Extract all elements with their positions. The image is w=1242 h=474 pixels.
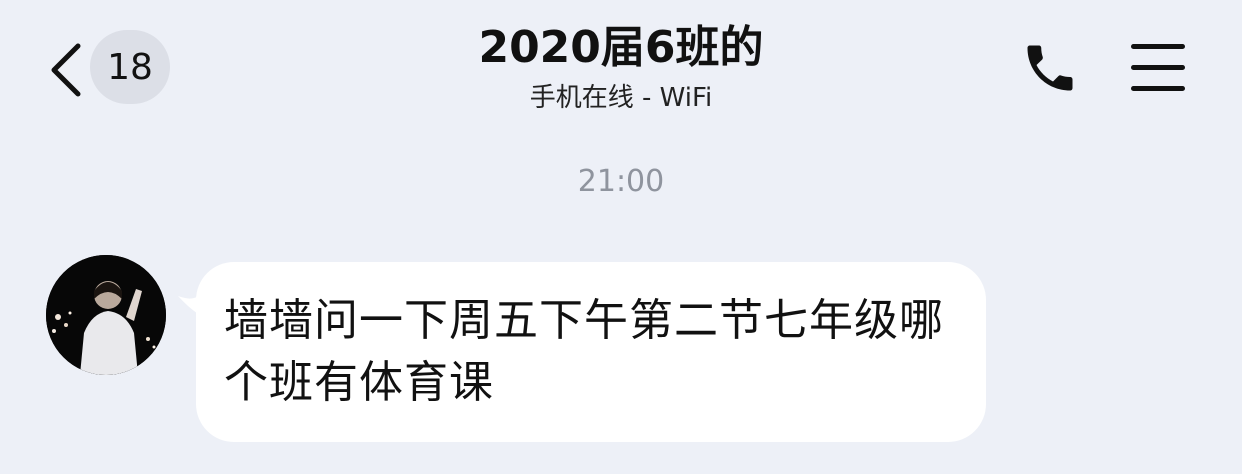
message-timestamp: 21:00 (577, 164, 665, 199)
chat-title: 2020届6班的 (478, 22, 764, 73)
chat-header: 18 2020届6班的 手机在线 - WiFi (0, 0, 1242, 140)
unread-count-badge: 18 (90, 30, 170, 104)
message-bubble[interactable]: 墙墙问一下周五下午第二节七年级哪个班有体育课 (196, 262, 986, 442)
hamburger-menu-icon (1131, 44, 1185, 91)
call-button[interactable] (1020, 38, 1080, 98)
online-status: 手机在线 - WiFi (529, 83, 713, 113)
phone-icon (1027, 45, 1073, 91)
message-text: 墙墙问一下周五下午第二节七年级哪个班有体育课 (224, 295, 944, 408)
title-block: 2020届6班的 手机在线 - WiFi (321, 18, 921, 118)
sender-avatar[interactable] (46, 255, 166, 375)
back-button[interactable]: 18 (40, 28, 180, 108)
chevron-left-icon (51, 43, 81, 97)
avatar-photo (46, 255, 166, 375)
menu-button[interactable] (1128, 40, 1188, 96)
